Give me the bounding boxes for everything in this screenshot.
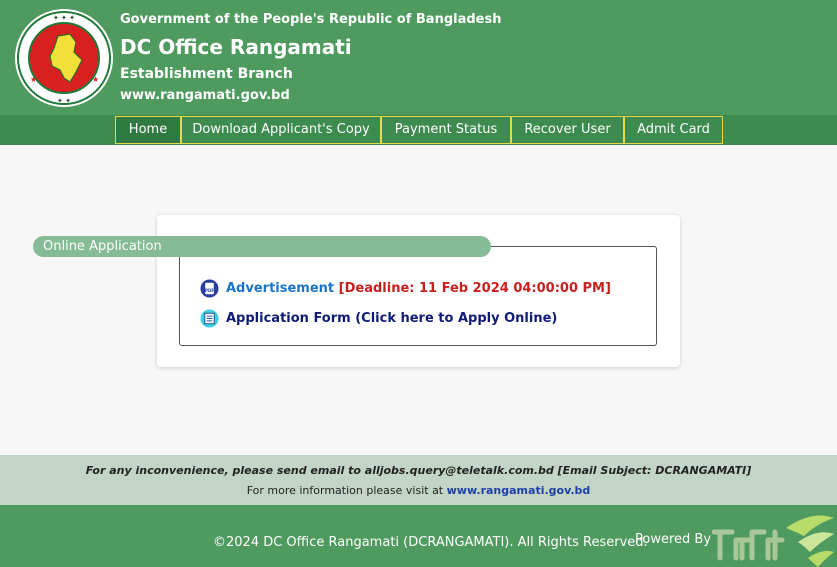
- nav-payment-status[interactable]: Payment Status: [381, 116, 511, 144]
- svg-text:✦ ✦ ✦: ✦ ✦ ✦: [53, 14, 75, 22]
- site-header: ✦ ✦ ✦ ★ ★ ✦ ✦ Government of the People's…: [0, 0, 837, 115]
- teletalk-logo[interactable]: [712, 510, 837, 567]
- svg-text:PDF: PDF: [205, 288, 214, 293]
- powered-by-text: Powered By: [635, 532, 712, 547]
- branch-name: Establishment Branch: [120, 66, 293, 82]
- nav-admit-card[interactable]: Admit Card: [624, 116, 723, 144]
- nav-home[interactable]: Home: [115, 116, 181, 144]
- svg-text:★: ★: [92, 75, 99, 84]
- svg-text:★: ★: [30, 75, 37, 84]
- main-nav: Home Download Applicant's Copy Payment S…: [0, 115, 837, 145]
- nav-download-applicant-copy[interactable]: Download Applicant's Copy: [181, 116, 381, 144]
- email-notice: For any inconvenience, please send email…: [85, 464, 752, 477]
- website-url: www.rangamati.gov.bd: [120, 88, 290, 103]
- section-title: Online Application: [33, 236, 491, 257]
- application-form-link[interactable]: Application Form (Click here to Apply On…: [226, 310, 557, 328]
- bangladesh-government-seal-icon: ✦ ✦ ✦ ★ ★ ✦ ✦: [15, 9, 113, 107]
- deadline-text: [Deadline: 11 Feb 2024 04:00:00 PM]: [338, 281, 611, 296]
- nav-recover-user[interactable]: Recover User: [511, 116, 624, 144]
- office-title: DC Office Rangamati: [120, 35, 352, 59]
- advertisement-link[interactable]: Advertisement: [226, 281, 334, 296]
- more-info-line: For more information please visit at www…: [0, 484, 837, 497]
- more-info-prefix: For more information please visit at: [246, 484, 444, 497]
- more-info-link[interactable]: www.rangamati.gov.bd: [447, 484, 591, 497]
- info-band: [0, 455, 837, 505]
- pdf-icon: PDF: [200, 279, 219, 298]
- form-icon: [200, 309, 219, 328]
- copyright-text: ©2024 DC Office Rangamati (DCRANGAMATI).…: [213, 535, 648, 550]
- government-line: Government of the People's Republic of B…: [120, 12, 502, 27]
- svg-text:✦ ✦: ✦ ✦: [57, 97, 71, 105]
